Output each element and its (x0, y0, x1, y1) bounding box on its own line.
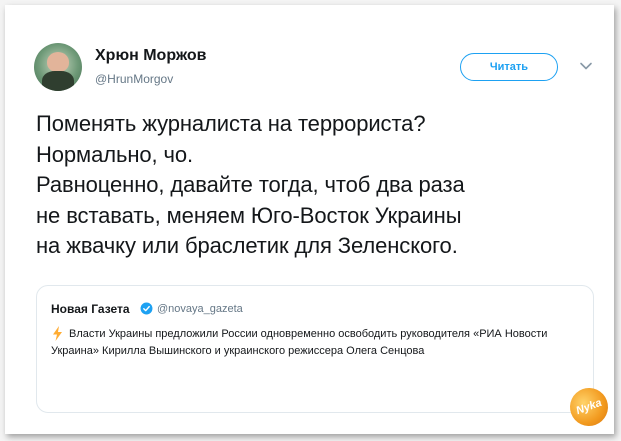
follow-button[interactable]: Читать (460, 53, 558, 81)
tweet-card: Хрюн Моржов @HrunMorgov Читать Поменять … (5, 5, 614, 434)
watermark-text: Nyka (574, 396, 604, 418)
avatar[interactable] (34, 43, 82, 91)
quote-display-name[interactable]: Новая Газета (51, 302, 130, 316)
verified-icon (140, 302, 153, 315)
tweet-text: Поменять журналиста на террориста? Норма… (36, 111, 465, 258)
avatar-body (42, 71, 74, 91)
avatar-face (47, 52, 69, 72)
quoted-tweet[interactable]: Новая Газета @novaya_gazeta Власти Украи… (36, 285, 594, 413)
quote-handle[interactable]: @novaya_gazeta (157, 303, 243, 315)
display-name[interactable]: Хрюн Моржов (95, 47, 206, 65)
quote-text: Власти Украины предложили России одновре… (51, 328, 548, 357)
user-handle[interactable]: @HrunMorgov (95, 72, 173, 86)
chevron-down-icon[interactable] (579, 59, 593, 73)
